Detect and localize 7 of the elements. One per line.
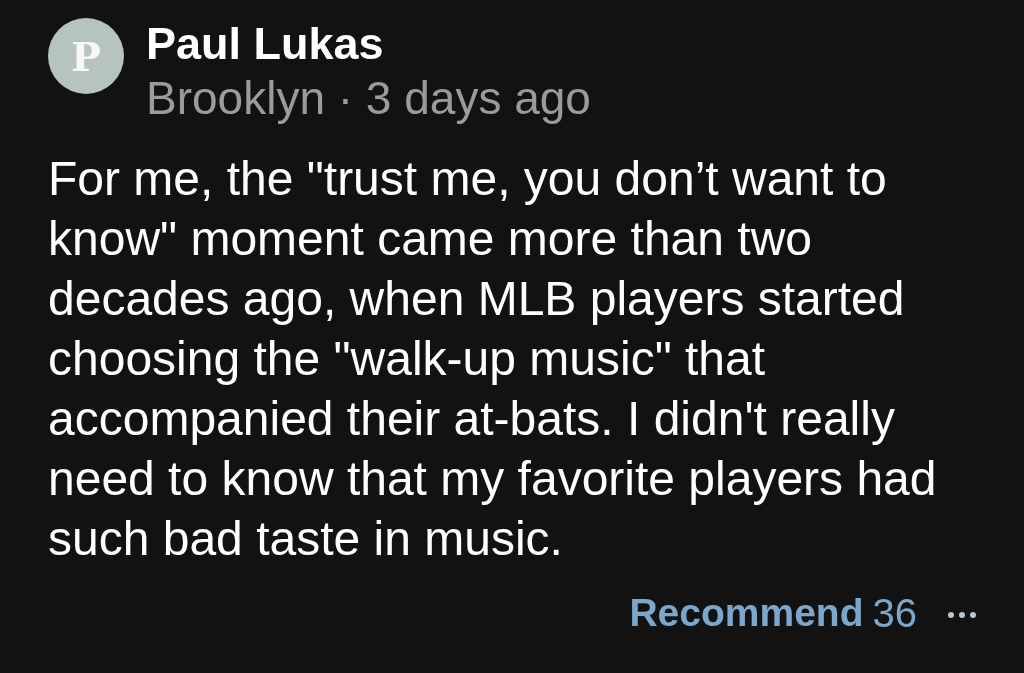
recommend-count: 36 [872, 591, 917, 635]
recommend-button[interactable]: Recommend [629, 591, 864, 635]
avatar: P [48, 18, 124, 94]
byline: Brooklyn · 3 days ago [146, 71, 591, 126]
more-icon[interactable] [948, 612, 976, 618]
comment-text: For me, the "trust me, you don’t want to know" moment came more than two decades ago, when MLB players started choosing the "walk-up music" that accompanied their at-bats. I didn't really need to know that my favorite players had such bad taste in music. [48, 151, 938, 567]
author-name: Paul Lukas [146, 18, 385, 70]
